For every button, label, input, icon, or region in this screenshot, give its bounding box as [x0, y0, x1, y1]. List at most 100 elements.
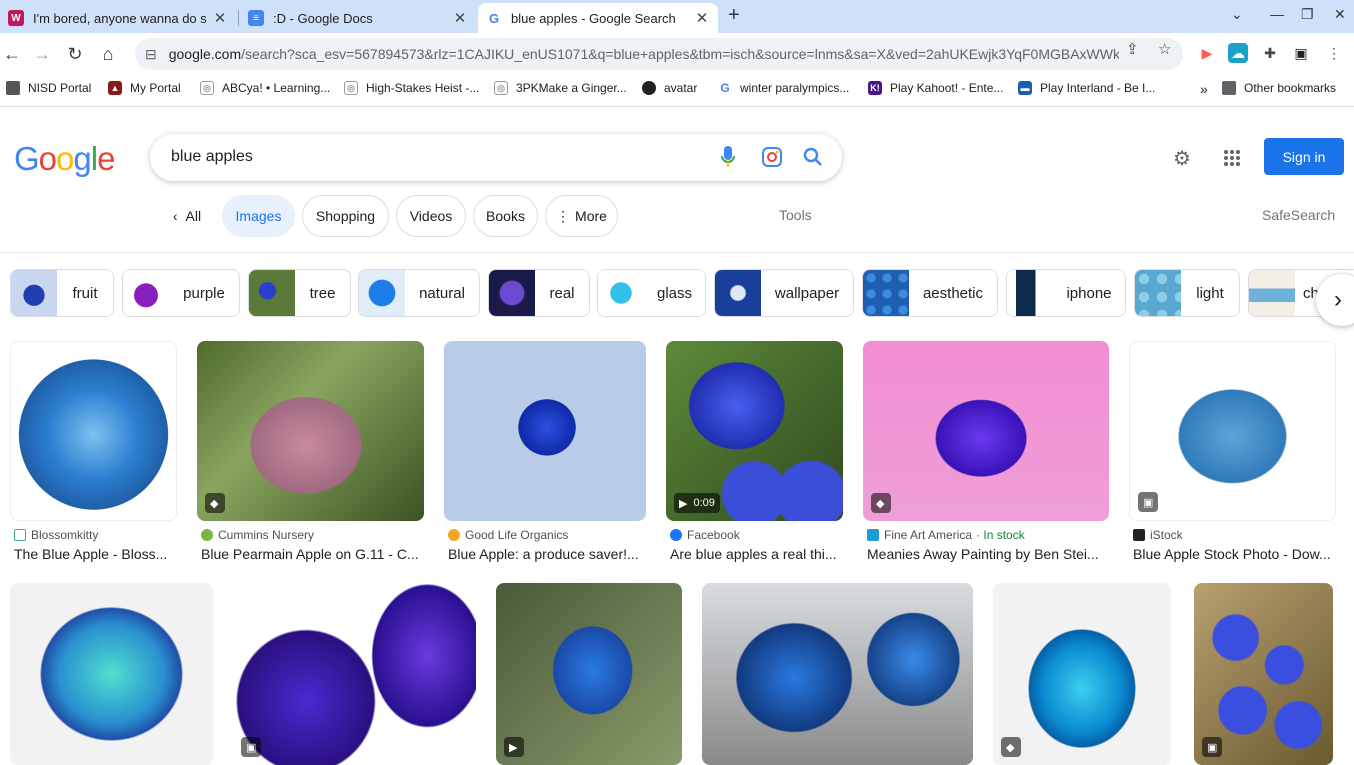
result-image[interactable]: ◆ — [197, 341, 424, 521]
browser-tab[interactable]: W I'm bored, anyone wanna do stu ✕ — [0, 3, 236, 33]
result-title[interactable]: Blue Apple Stock Photo - Dow... — [1133, 546, 1336, 562]
image-result[interactable]: ▣ — [233, 583, 476, 765]
related-chip[interactable]: wallpaper — [714, 269, 854, 317]
tab-videos[interactable]: Videos — [396, 195, 466, 237]
image-result[interactable]: ◆ Cummins Nursery Blue Pearmain Apple on… — [197, 341, 424, 566]
lens-icon[interactable] — [760, 145, 784, 169]
result-image[interactable] — [702, 583, 973, 765]
settings-gear-icon[interactable]: ⚙ — [1170, 146, 1194, 170]
new-tab-icon[interactable]: + — [728, 4, 740, 27]
bookmark-label: avatar — [664, 81, 698, 95]
restore-icon[interactable]: ❐ — [1301, 6, 1314, 23]
browser-tab-active[interactable]: G blue apples - Google Search ✕ — [478, 3, 718, 33]
related-chip[interactable]: real — [488, 269, 590, 317]
image-result[interactable]: Good Life Organics Blue Apple: a produce… — [444, 341, 646, 566]
site-info-icon[interactable]: ⊟ — [145, 46, 157, 63]
related-chip[interactable]: purple — [122, 269, 240, 317]
image-result[interactable]: ▣ iStock Blue Apple Stock Photo - Dow... — [1129, 341, 1336, 566]
image-result[interactable]: ◆ Fine Art America · In stock Meanies Awa… — [863, 341, 1109, 566]
result-title[interactable]: Meanies Away Painting by Ben Stei... — [867, 546, 1109, 562]
extensions-puzzle-icon[interactable]: ✚ — [1260, 43, 1280, 63]
other-bookmarks[interactable]: Other bookmarks — [1222, 81, 1336, 95]
bookmarks-overflow-icon[interactable]: » — [1200, 81, 1208, 97]
related-chip[interactable]: light — [1134, 269, 1240, 317]
image-result[interactable]: Blossomkitty The Blue Apple - Bloss... — [10, 341, 177, 566]
related-chip[interactable]: tree — [248, 269, 351, 317]
result-source: Cummins Nursery — [201, 528, 314, 542]
image-result[interactable]: ▶ 0:09 Facebook Are blue apples a real th… — [666, 341, 843, 566]
close-tab-icon[interactable]: ✕ — [694, 9, 710, 27]
bookmark[interactable]: ◎ 3PKMake a Ginger... — [494, 81, 627, 95]
result-image[interactable]: ▶ 0:09 — [666, 341, 843, 521]
share-icon[interactable]: ⇪ — [1126, 40, 1139, 58]
tab-title: :D - Google Docs — [273, 10, 373, 26]
address-bar[interactable]: ⊟ google.com/search?sca_esv=567894573&rl… — [135, 38, 1183, 70]
result-image[interactable]: ◆ — [863, 341, 1109, 521]
image-result[interactable]: ▣ — [1194, 583, 1333, 765]
bookmark-star-icon[interactable]: ☆ — [1158, 40, 1171, 58]
bookmark[interactable]: NISD Portal — [6, 81, 91, 95]
result-title[interactable]: Blue Pearmain Apple on G.11 - C... — [201, 546, 424, 562]
image-result[interactable]: ◆ — [993, 583, 1171, 765]
bookmark[interactable]: ▲ My Portal — [108, 81, 181, 95]
result-title[interactable]: Blue Apple: a produce saver!... — [448, 546, 646, 562]
more-filters[interactable]: ⋮ More — [545, 195, 618, 237]
result-image[interactable] — [10, 583, 213, 765]
browser-menu-icon[interactable]: ⋮ — [1324, 43, 1344, 63]
related-chip[interactable]: iphone — [1006, 269, 1126, 317]
result-title[interactable]: Are blue apples a real thi... — [670, 546, 843, 562]
minimize-icon[interactable]: — — [1270, 6, 1284, 22]
related-chip[interactable]: fruit — [10, 269, 114, 317]
result-image[interactable]: ▣ — [1194, 583, 1333, 765]
close-tab-icon[interactable]: ✕ — [212, 9, 228, 27]
extension-icon[interactable]: ▶ — [1197, 43, 1217, 63]
safesearch-link[interactable]: SafeSearch — [1262, 207, 1335, 223]
all-filter[interactable]: ‹ All — [160, 195, 214, 237]
search-input[interactable]: blue apples — [171, 148, 253, 166]
result-title[interactable]: The Blue Apple - Bloss... — [14, 546, 177, 562]
search-box[interactable]: blue apples — [150, 134, 842, 181]
sign-in-button[interactable]: Sign in — [1264, 138, 1344, 175]
chevron-right-icon[interactable]: › — [1316, 274, 1354, 326]
result-image[interactable]: ◆ — [993, 583, 1171, 765]
bookmark[interactable]: ▬ Play Interland - Be I... — [1018, 81, 1155, 95]
google-logo[interactable]: Google — [14, 140, 115, 178]
apps-grid-icon[interactable] — [1220, 146, 1244, 170]
tab-images[interactable]: Images — [222, 195, 295, 237]
extension-cloud-icon[interactable]: ☁ — [1228, 43, 1248, 63]
chip-label: aesthetic — [922, 284, 984, 302]
bookmark[interactable]: Gwinter paralympics... — [718, 81, 849, 95]
back-icon[interactable]: ← — [0, 42, 24, 66]
result-image[interactable]: ▶ — [496, 583, 682, 765]
result-image[interactable]: ▣ — [1129, 341, 1336, 521]
related-chip[interactable]: natural — [358, 269, 480, 317]
bookmark[interactable]: K! Play Kahoot! - Ente... — [868, 81, 1003, 95]
tab-shopping[interactable]: Shopping — [302, 195, 389, 237]
bookmark[interactable]: ◎ ABCya! • Learning... — [200, 81, 330, 95]
image-result[interactable] — [10, 583, 213, 765]
image-result[interactable]: ▶ — [496, 583, 682, 765]
related-chip[interactable]: glass — [597, 269, 706, 317]
related-chip[interactable]: aesthetic — [862, 269, 998, 317]
side-panel-icon[interactable]: ▣ — [1291, 43, 1311, 63]
home-icon[interactable]: ⌂ — [96, 42, 120, 66]
close-tab-icon[interactable]: ✕ — [452, 9, 468, 27]
bookmark[interactable]: ◎ High-Stakes Heist -... — [344, 81, 479, 95]
browser-tab[interactable]: ≡ :D - Google Docs ✕ — [240, 3, 476, 33]
close-window-icon[interactable]: ✕ — [1334, 6, 1346, 23]
bookmark-label: 3PKMake a Ginger... — [516, 81, 627, 95]
tools-link[interactable]: Tools — [779, 207, 812, 223]
source-label: Blossomkitty — [31, 528, 99, 542]
voice-search-icon[interactable] — [716, 145, 740, 169]
video-badge: ▶ 0:09 — [674, 493, 720, 513]
result-image[interactable]: ▣ — [233, 583, 476, 765]
bookmark[interactable]: avatar — [642, 81, 697, 95]
result-image[interactable] — [444, 341, 646, 521]
forward-icon[interactable]: → — [30, 42, 54, 66]
search-icon[interactable] — [801, 145, 825, 169]
image-result[interactable] — [702, 583, 973, 765]
reload-icon[interactable]: ↻ — [63, 42, 87, 66]
tab-books[interactable]: Books — [473, 195, 538, 237]
tab-search-icon[interactable]: ⌄ — [1231, 6, 1243, 23]
result-image[interactable] — [10, 341, 177, 521]
